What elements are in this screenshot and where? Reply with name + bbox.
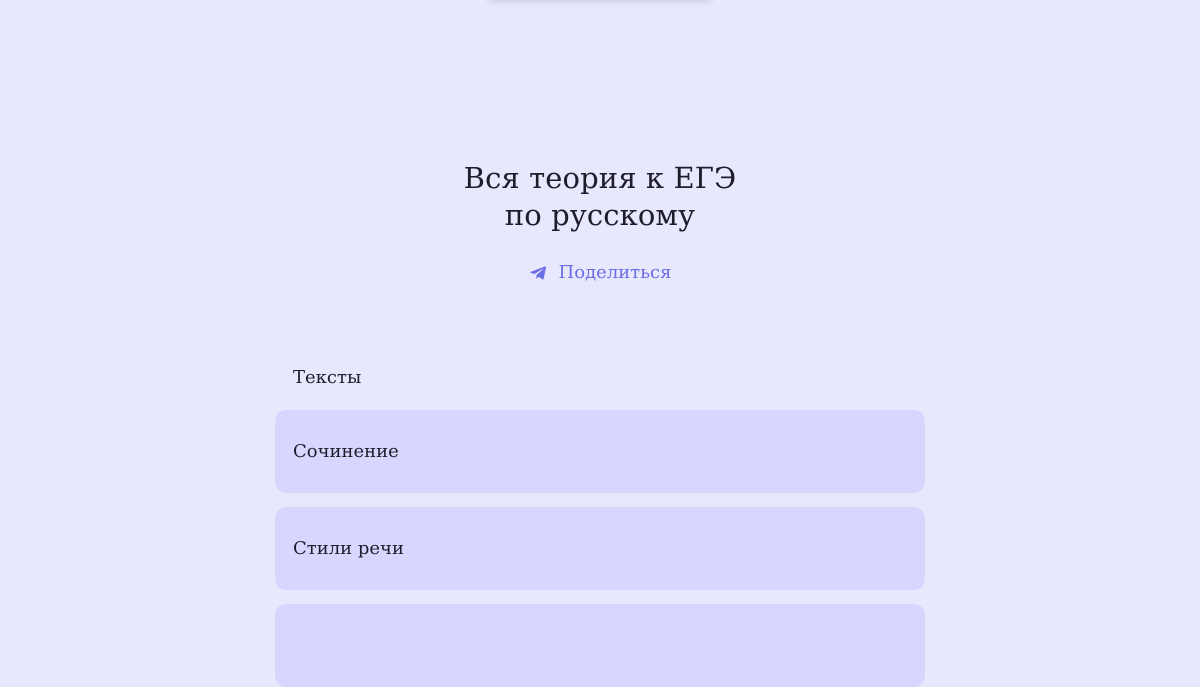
section-title-texts: Тексты	[293, 367, 362, 388]
topic-label: Стили речи	[293, 538, 404, 559]
share-button[interactable]: Поделиться	[529, 262, 672, 283]
page-title-line-1: Вся теория к ЕГЭ	[463, 161, 737, 195]
hero-section: Вся теория к ЕГЭ по русскому Поделиться	[0, 160, 1200, 286]
topic-list: Сочинение Стили речи	[275, 410, 925, 687]
topic-card-composition[interactable]: Сочинение	[275, 410, 925, 493]
share-label: Поделиться	[558, 262, 672, 283]
telegram-icon	[529, 264, 547, 282]
page-title: Вся теория к ЕГЭ по русскому	[0, 160, 1200, 234]
page-title-line-2: по русскому	[504, 198, 696, 232]
topic-card-partially-visible[interactable]	[275, 604, 925, 687]
texts-section: Тексты Сочинение Стили речи	[275, 364, 925, 687]
topic-label: Сочинение	[293, 441, 399, 462]
topic-card-speech-styles[interactable]: Стили речи	[275, 507, 925, 590]
